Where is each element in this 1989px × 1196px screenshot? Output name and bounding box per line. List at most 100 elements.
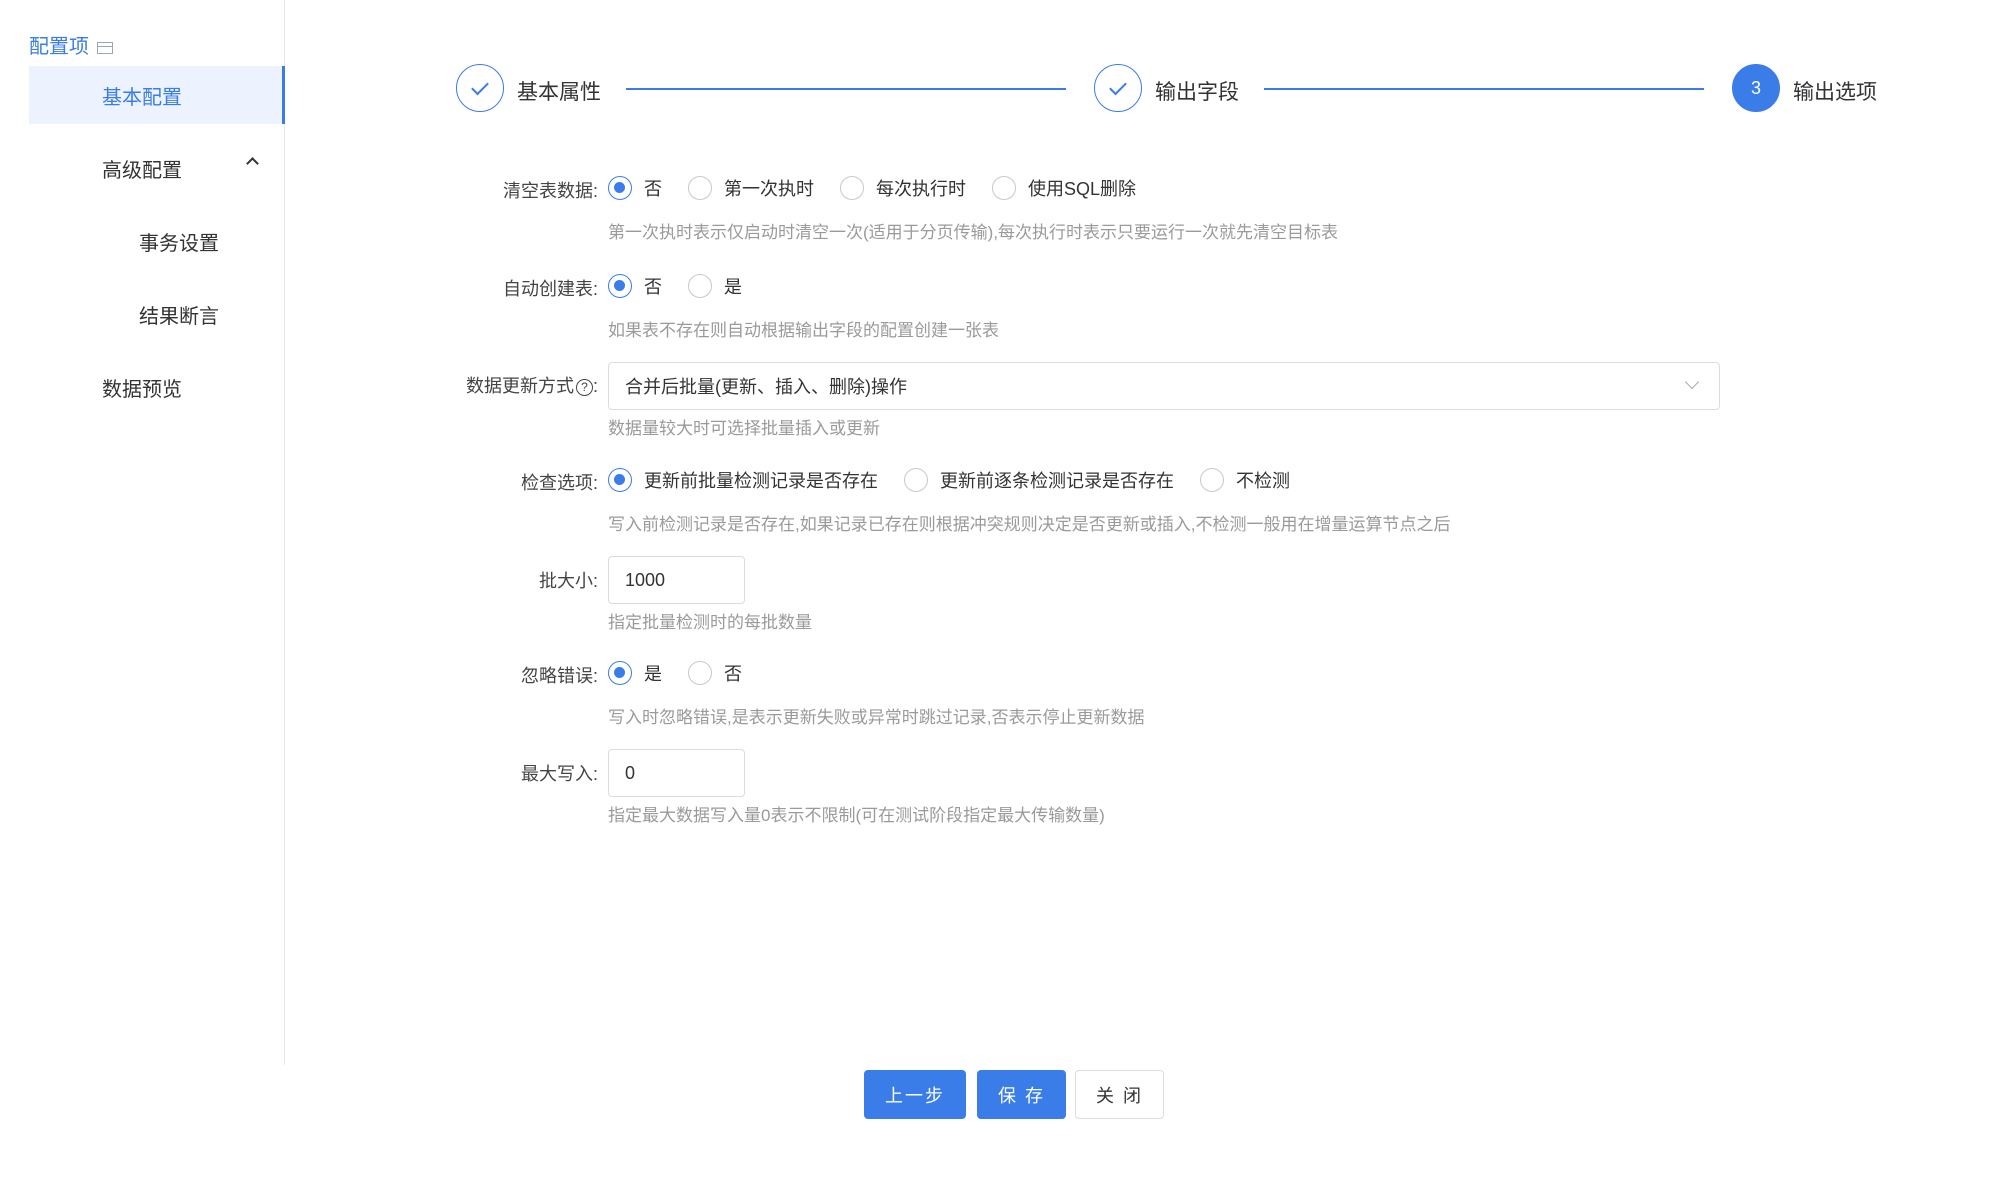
update-mode-label-text: 数据更新方式	[465, 376, 574, 396]
ignore-errors-label: 忽略错误:	[520, 666, 598, 686]
ignore-errors-option-yes[interactable]: 是	[608, 660, 662, 686]
max-write-row: 最大写入: 指定最大数据写入量0表示不限制(可在测试阶段指定最大传输数量)	[380, 749, 1730, 829]
sidebar-item-data-preview[interactable]: 数据预览	[29, 358, 285, 416]
radio-label: 更新前批量检测记录是否存在	[644, 471, 878, 491]
question-circle-icon[interactable]: ?	[575, 378, 593, 396]
ignore-errors-hint: 写入时忽略错误,是表示更新失败或异常时跳过记录,否表示停止更新数据	[608, 708, 1145, 727]
clear-table-label: 清空表数据:	[502, 181, 598, 201]
sidebar-item-transaction-settings[interactable]: 事务设置	[29, 212, 285, 270]
step-2-label: 输出字段	[1155, 81, 1239, 104]
step-1-label: 基本属性	[517, 81, 601, 104]
window-icon[interactable]	[97, 41, 113, 54]
check-option-batch[interactable]: 更新前批量检测记录是否存在	[608, 467, 878, 493]
check-icon	[1109, 77, 1127, 95]
step-3-number: 3	[1750, 77, 1761, 98]
radio-checked[interactable]	[608, 176, 632, 200]
chevron-up-icon	[246, 157, 259, 170]
auto-create-option-no[interactable]: 否	[608, 273, 662, 299]
check-icon	[471, 77, 489, 95]
radio-unchecked[interactable]	[904, 468, 928, 492]
check-option-none[interactable]: 不检测	[1200, 467, 1290, 493]
step-connector	[1264, 88, 1704, 90]
update-mode-select[interactable]: 合并后批量(更新、插入、删除)操作	[608, 362, 1720, 410]
clear-table-option-no[interactable]: 否	[608, 175, 662, 201]
radio-label: 是	[644, 664, 662, 684]
ignore-errors-radio-group: 是 否	[608, 660, 768, 686]
batch-size-input[interactable]	[608, 556, 745, 604]
step-3-label: 输出选项	[1793, 81, 1877, 104]
auto-create-label: 自动创建表:	[502, 279, 598, 299]
clear-table-hint: 第一次执时表示仅启动时清空一次(适用于分页传输),每次执行时表示只要运行一次就先…	[608, 223, 1339, 242]
radio-unchecked[interactable]	[992, 176, 1016, 200]
page: 配置项 基本配置 高级配置 事务设置 结果断言 数据预览 基本属性 输出字段 3…	[0, 0, 1989, 1196]
max-write-control	[608, 749, 745, 797]
radio-label: 否	[644, 179, 662, 199]
batch-size-hint: 指定批量检测时的每批数量	[608, 613, 812, 632]
radio-label: 不检测	[1236, 471, 1290, 491]
auto-create-radio-group: 否 是	[608, 273, 768, 299]
radio-label: 更新前逐条检测记录是否存在	[940, 471, 1174, 491]
radio-checked[interactable]	[608, 661, 632, 685]
close-button[interactable]: 关 闭	[1075, 1070, 1164, 1119]
step-3-circle: 3	[1732, 64, 1780, 112]
ignore-errors-row: 忽略错误: 是 否 写入时忽略错误,是表示更新失败或异常时跳过记录,否表示停止更…	[380, 660, 1730, 730]
check-option-each[interactable]: 更新前逐条检测记录是否存在	[904, 467, 1174, 493]
sidebar-item-label: 高级配置	[102, 159, 182, 182]
batch-size-control	[608, 556, 745, 604]
sidebar-title-text: 配置项	[29, 36, 89, 58]
sidebar-item-result-assertion[interactable]: 结果断言	[29, 285, 285, 343]
step-connector	[626, 88, 1066, 90]
clear-table-option-every[interactable]: 每次执行时	[840, 175, 966, 201]
sidebar-title: 配置项	[29, 30, 113, 59]
update-mode-label: 数据更新方式?:	[380, 372, 598, 398]
sidebar-item-advanced-config[interactable]: 高级配置	[29, 139, 285, 197]
radio-unchecked[interactable]	[688, 661, 712, 685]
radio-unchecked[interactable]	[840, 176, 864, 200]
sidebar-item-label: 事务设置	[139, 232, 219, 255]
steps: 基本属性 输出字段 3 输出选项	[454, 64, 1877, 114]
sidebar-item-basic-config[interactable]: 基本配置	[29, 66, 285, 124]
radio-label: 每次执行时	[876, 179, 966, 199]
sidebar-item-label: 结果断言	[139, 305, 219, 328]
step-1-circle	[456, 64, 504, 112]
clear-table-radio-group: 否 第一次执时 每次执行时 使用SQL删除	[608, 175, 1162, 201]
clear-table-option-sql[interactable]: 使用SQL删除	[992, 175, 1136, 201]
ignore-errors-option-no[interactable]: 否	[688, 660, 742, 686]
step-2-circle	[1094, 64, 1142, 112]
check-option-row: 检查选项: 更新前批量检测记录是否存在 更新前逐条检测记录是否存在 不检测 写入…	[380, 467, 1730, 537]
check-option-radio-group: 更新前批量检测记录是否存在 更新前逐条检测记录是否存在 不检测	[608, 467, 1316, 493]
radio-checked[interactable]	[608, 468, 632, 492]
auto-create-hint: 如果表不存在则自动根据输出字段的配置创建一张表	[608, 321, 999, 340]
update-mode-control: 合并后批量(更新、插入、删除)操作	[608, 362, 1720, 410]
auto-create-row: 自动创建表: 否 是 如果表不存在则自动根据输出字段的配置创建一张表	[380, 273, 1730, 343]
radio-label: 第一次执时	[724, 179, 814, 199]
sidebar-item-label: 基本配置	[102, 86, 182, 109]
radio-unchecked[interactable]	[1200, 468, 1224, 492]
clear-table-row: 清空表数据: 否 第一次执时 每次执行时 使用SQL删除 第一次执时表示仅启动时…	[380, 175, 1730, 245]
sidebar: 配置项 基本配置 高级配置 事务设置 结果断言 数据预览	[0, 0, 285, 1065]
check-option-hint: 写入前检测记录是否存在,如果记录已存在则根据冲突规则决定是否更新或插入,不检测一…	[608, 515, 1451, 534]
batch-size-label: 批大小:	[538, 571, 598, 591]
radio-label: 使用SQL删除	[1028, 179, 1137, 199]
max-write-hint: 指定最大数据写入量0表示不限制(可在测试阶段指定最大传输数量)	[608, 806, 1105, 825]
radio-unchecked[interactable]	[688, 274, 712, 298]
update-mode-label-suffix: :	[592, 376, 598, 396]
batch-size-row: 批大小: 指定批量检测时的每批数量	[380, 556, 1730, 636]
radio-label: 否	[724, 664, 742, 684]
prev-step-button[interactable]: 上一步	[864, 1070, 966, 1119]
radio-label: 是	[724, 277, 742, 297]
update-mode-hint: 数据量较大时可选择批量插入或更新	[608, 419, 880, 438]
sidebar-item-label: 数据预览	[102, 378, 182, 401]
update-mode-row: 数据更新方式?: 合并后批量(更新、插入、删除)操作 数据量较大时可选择批量插入…	[380, 362, 1730, 442]
update-mode-selected-value: 合并后批量(更新、插入、删除)操作	[625, 377, 907, 397]
check-option-label: 检查选项:	[520, 473, 598, 493]
save-button[interactable]: 保 存	[977, 1070, 1066, 1119]
radio-unchecked[interactable]	[688, 176, 712, 200]
max-write-input[interactable]	[608, 749, 745, 797]
radio-label: 否	[644, 277, 662, 297]
chevron-down-icon	[1684, 374, 1700, 390]
max-write-label: 最大写入:	[520, 764, 598, 784]
auto-create-option-yes[interactable]: 是	[688, 273, 742, 299]
radio-checked[interactable]	[608, 274, 632, 298]
clear-table-option-first[interactable]: 第一次执时	[688, 175, 814, 201]
